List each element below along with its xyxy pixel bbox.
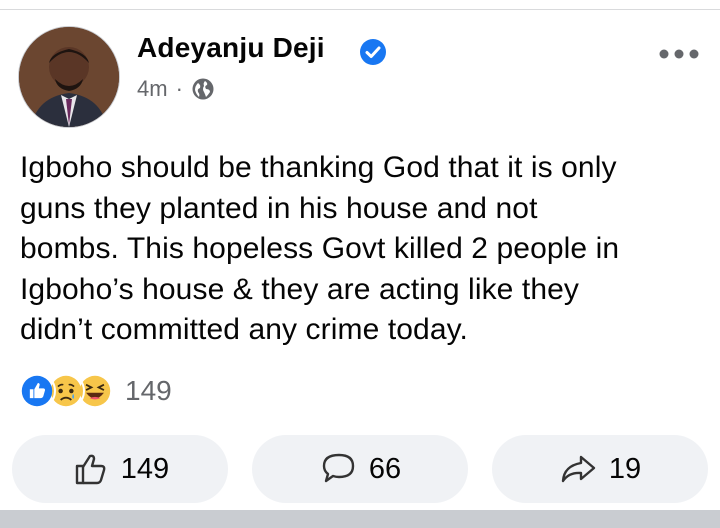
share-button[interactable]: 19 (492, 435, 708, 503)
avatar[interactable] (18, 26, 120, 128)
post-text: Igboho should be thanking God that it is… (20, 151, 620, 346)
post-time[interactable]: 4m (137, 76, 168, 102)
share-arrow-icon (561, 455, 596, 483)
like-count: 149 (120, 452, 170, 485)
author-name[interactable]: Adeyanju Deji (137, 32, 325, 64)
like-button[interactable]: 149 (12, 435, 228, 503)
thumbs-up-icon (75, 454, 106, 485)
avatar-photo (19, 27, 119, 127)
share-count: 19 (608, 452, 642, 485)
reaction-count: 149 (125, 375, 172, 406)
feed-separator (0, 510, 720, 528)
meta-separator: · (175, 76, 183, 101)
post-card: Adeyanju Deji 4m · Igboho should be than… (0, 10, 720, 510)
comment-count: 66 (368, 452, 402, 485)
verified-badge-icon (360, 39, 386, 65)
action-bar: 149 66 19 (12, 435, 708, 505)
globe-icon (192, 78, 214, 100)
reactions-summary[interactable]: 149 (18, 372, 172, 410)
more-options-icon[interactable] (658, 46, 700, 62)
like-reaction-icon (18, 372, 56, 410)
post-meta: 4m · (137, 76, 215, 102)
comment-button[interactable]: 66 (252, 435, 468, 503)
top-divider (0, 0, 720, 10)
comment-icon (322, 453, 355, 483)
